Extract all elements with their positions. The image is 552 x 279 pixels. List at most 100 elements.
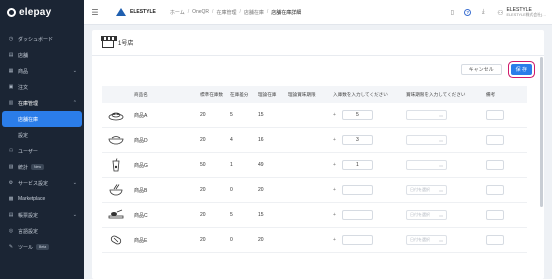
- save-button[interactable]: 保 存: [510, 64, 532, 75]
- noodle-icon: [108, 183, 124, 197]
- date-picker[interactable]: ▭: [406, 135, 447, 145]
- product-name: 商品G: [134, 162, 148, 169]
- qty-input[interactable]: [341, 210, 373, 220]
- sidebar-item-orders[interactable]: ▣ 注文: [0, 79, 84, 95]
- table-row: 商品B 20 0 20 + 日付を選択 ▭: [102, 178, 527, 203]
- qty-input[interactable]: 1: [341, 160, 373, 170]
- breadcrumb-store-stock[interactable]: 店舗在庫: [244, 9, 264, 16]
- date-picker[interactable]: 日付を選択 ▭: [406, 210, 447, 220]
- sidebar-item-label: ユーザー: [18, 148, 38, 155]
- theoretical-stock: 15: [258, 112, 264, 118]
- user-icon: ⚇: [8, 148, 14, 154]
- header-qty-input: 入庫数を入力してください: [333, 91, 388, 97]
- breadcrumb-separator: /: [187, 9, 190, 15]
- table-row: 商品C 20 5 15 + 日付を選択 ▭: [102, 203, 527, 228]
- breadcrumb-separator: /: [266, 9, 269, 15]
- chart-icon: ▨: [8, 164, 14, 170]
- help-icon[interactable]: ?: [464, 9, 472, 16]
- note-input[interactable]: [486, 110, 504, 120]
- qty-input[interactable]: 3: [341, 135, 373, 145]
- download-icon[interactable]: ⤓: [477, 7, 489, 19]
- sidebar-item-users[interactable]: ⚇ ユーザー: [0, 143, 84, 159]
- sidebar-item-service-settings[interactable]: ⚙ サービス設定 ⌄: [0, 175, 84, 191]
- note-input[interactable]: [486, 135, 504, 145]
- date-picker[interactable]: ▭: [406, 110, 447, 120]
- breadcrumb-current: 店舗在庫詳細: [271, 9, 302, 16]
- brand-logo-icon: [116, 8, 126, 16]
- sidebar-item-inventory[interactable]: ▥ 在庫管理 ⌃: [0, 95, 84, 111]
- sidebar-item-tools[interactable]: ✎ ツール Beta: [0, 239, 84, 255]
- note-input[interactable]: [486, 185, 504, 195]
- sidebar-item-label: ツール: [18, 244, 34, 251]
- plus-icon: +: [333, 212, 336, 218]
- breadcrumb-home[interactable]: ホーム: [170, 9, 185, 16]
- menu-toggle-icon[interactable]: ☰: [84, 0, 106, 25]
- sidebar-item-dashboard[interactable]: ◷ ダッシュボード: [0, 31, 84, 47]
- report-icon: ▤: [8, 212, 14, 218]
- tool-icon: ✎: [8, 244, 14, 250]
- date-picker[interactable]: 日付を選択 ▭: [406, 235, 447, 245]
- calendar-icon: ▭: [439, 162, 443, 168]
- sidebar-item-marketplace[interactable]: ▩ Marketplace: [0, 191, 84, 207]
- card-header: 1号店: [92, 30, 544, 56]
- note-input[interactable]: [486, 210, 504, 220]
- standard-stock: 50: [200, 162, 206, 168]
- breadcrumb-oneqr[interactable]: OneQR: [192, 9, 209, 15]
- product-name: 商品A: [134, 112, 148, 119]
- sidebar-item-products[interactable]: ▦ 商品 ⌄: [0, 63, 84, 79]
- sidebar-item-language[interactable]: ◎ 言語設定: [0, 223, 84, 239]
- cancel-button[interactable]: キャンセル: [460, 64, 502, 75]
- date-placeholder: 日付を選択: [410, 187, 430, 192]
- user-company: ELESTYLE株式会社(…: [506, 13, 546, 17]
- sidebar-item-label: 注文: [18, 84, 29, 91]
- calendar-icon: ▭: [439, 237, 443, 243]
- dish-icon: [108, 108, 124, 122]
- qty-input[interactable]: 5: [341, 110, 373, 120]
- note-input[interactable]: [486, 160, 504, 170]
- user-menu[interactable]: ⚇ ELESTYLE ELESTYLE株式会社(…: [497, 7, 546, 18]
- action-buttons: キャンセル 保 存: [460, 64, 532, 75]
- chevron-up-icon: ⌃: [72, 100, 77, 106]
- table-row: 商品D 20 4 16 +3 ▭: [102, 128, 527, 153]
- logo-mark-icon: [7, 8, 16, 17]
- plus-icon: +: [333, 162, 336, 168]
- sidebar: elepay ◷ ダッシュボード ▤ 店舗 ▦ 商品 ⌄ ▣ 注文 ▥ 在庫管理…: [0, 0, 84, 279]
- table-row: 商品A 20 5 15 +5 ▭: [102, 103, 527, 128]
- standard-stock: 20: [200, 187, 206, 193]
- product-name: 商品D: [134, 137, 148, 144]
- sidebar-item-stores[interactable]: ▤ 店舗: [0, 47, 84, 63]
- store-stock-card: 1号店 キャンセル 保 存 商品名 標準在庫数 在庫差分 理論在庫 理論賞味期限…: [92, 30, 544, 279]
- brand-name: ELESTYLE: [130, 9, 156, 15]
- header-theoretical-expiry: 理論賞味期限: [288, 91, 316, 97]
- plus-icon: +: [333, 237, 336, 243]
- sidebar-item-stats[interactable]: ▨ 統計 New: [0, 159, 84, 175]
- stock-diff: 0: [230, 187, 233, 193]
- stock-icon: ▥: [8, 100, 14, 106]
- sidebar-item-report-settings[interactable]: ▤ 帳票設定 ⌄: [0, 207, 84, 223]
- gear-icon: ⚙: [8, 180, 14, 186]
- breadcrumb-separator: /: [212, 9, 214, 15]
- header-standard-stock: 標準在庫数: [200, 91, 223, 97]
- logo[interactable]: elepay: [0, 0, 84, 25]
- sidebar-subitem-settings[interactable]: 設定: [0, 127, 84, 143]
- store-front-icon: [101, 35, 117, 48]
- sidebar-subitem-store-stock[interactable]: 店舗在庫: [2, 111, 82, 127]
- breadcrumb-inventory[interactable]: 在庫管理: [216, 9, 236, 16]
- theoretical-stock: 15: [258, 212, 264, 218]
- scrollbar[interactable]: [540, 57, 543, 207]
- theoretical-stock: 49: [258, 162, 264, 168]
- calendar-icon: ▭: [439, 112, 443, 118]
- sidebar-item-label: 店舗: [18, 52, 29, 59]
- globe-icon: ◎: [8, 228, 14, 234]
- qty-input[interactable]: [341, 235, 373, 245]
- theoretical-stock: 16: [258, 137, 264, 143]
- plus-icon: +: [333, 112, 336, 118]
- qty-input[interactable]: [341, 185, 373, 195]
- standard-stock: 20: [200, 237, 206, 243]
- standard-stock: 20: [200, 112, 206, 118]
- date-picker[interactable]: 日付を選択 ▭: [406, 185, 447, 195]
- dropdown-icon[interactable]: ▯: [446, 7, 458, 19]
- plus-icon: +: [333, 137, 336, 143]
- note-input[interactable]: [486, 235, 504, 245]
- date-picker[interactable]: ▭: [406, 160, 447, 170]
